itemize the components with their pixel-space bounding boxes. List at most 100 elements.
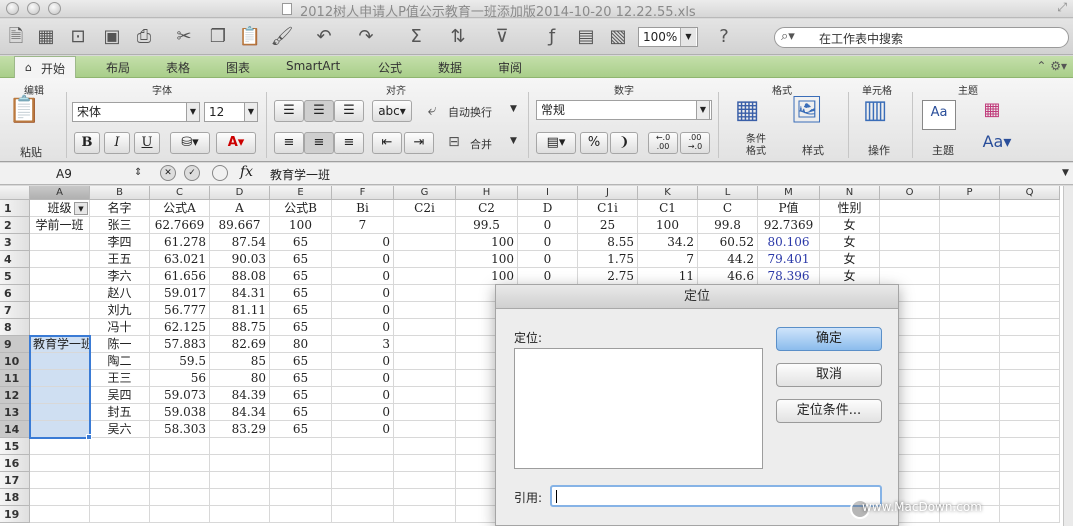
print-icon[interactable]: ⎙ bbox=[132, 25, 156, 49]
cell-d17[interactable] bbox=[210, 472, 270, 489]
cell-g2[interactable] bbox=[394, 217, 456, 234]
wrap-text-label[interactable]: 自动换行 bbox=[448, 104, 492, 120]
copy-icon[interactable]: ❐ bbox=[206, 25, 230, 49]
row-header[interactable]: 13 bbox=[0, 404, 30, 421]
cell-j5[interactable]: 2.75 bbox=[578, 268, 638, 285]
align-bottom-button[interactable]: ☰ bbox=[334, 100, 364, 122]
cell-a8[interactable] bbox=[30, 319, 90, 336]
cell-q9[interactable] bbox=[1000, 336, 1060, 353]
cell-f1[interactable]: Bi bbox=[332, 200, 394, 217]
cell-g16[interactable] bbox=[394, 455, 456, 472]
cell-g7[interactable] bbox=[394, 302, 456, 319]
cell-e19[interactable] bbox=[270, 506, 332, 523]
font-color-button[interactable]: A▾ bbox=[216, 132, 256, 154]
cell-l5[interactable]: 46.6 bbox=[698, 268, 758, 285]
cell-c13[interactable]: 59.038 bbox=[150, 404, 210, 421]
cell-d1[interactable]: A bbox=[210, 200, 270, 217]
name-box[interactable]: A9 bbox=[0, 165, 145, 183]
column-header-h[interactable]: H bbox=[456, 186, 518, 200]
cell-c3[interactable]: 61.278 bbox=[150, 234, 210, 251]
cell-f14[interactable]: 0 bbox=[332, 421, 394, 438]
cell-j2[interactable]: 25 bbox=[578, 217, 638, 234]
fill-color-button[interactable]: ⛁▾ bbox=[170, 132, 210, 154]
filter-icon[interactable]: ⊽ bbox=[490, 25, 514, 49]
cell-c9[interactable]: 57.883 bbox=[150, 336, 210, 353]
cell-p10[interactable] bbox=[940, 353, 1000, 370]
cell-m4[interactable]: 79.401 bbox=[758, 251, 820, 268]
cell-m3[interactable]: 80.106 bbox=[758, 234, 820, 251]
cell-c7[interactable]: 56.777 bbox=[150, 302, 210, 319]
cell-g14[interactable] bbox=[394, 421, 456, 438]
autosum-icon[interactable]: Σ bbox=[404, 25, 428, 49]
cell-b7[interactable]: 刘九 bbox=[90, 302, 150, 319]
formula-content[interactable]: 教育学一班 bbox=[270, 166, 330, 183]
conditional-format-icon[interactable]: ▦ bbox=[730, 97, 764, 132]
cell-c14[interactable]: 58.303 bbox=[150, 421, 210, 438]
save-icon[interactable]: ▣ bbox=[100, 25, 124, 49]
cell-c11[interactable]: 56 bbox=[150, 370, 210, 387]
cell-n1[interactable]: 性别 bbox=[820, 200, 880, 217]
merge-label[interactable]: 合并 bbox=[470, 136, 492, 152]
column-header-a[interactable]: A bbox=[30, 186, 90, 200]
goto-list[interactable] bbox=[514, 348, 763, 469]
cell-c4[interactable]: 63.021 bbox=[150, 251, 210, 268]
cell-q3[interactable] bbox=[1000, 234, 1060, 251]
cell-o5[interactable] bbox=[880, 268, 940, 285]
cell-q10[interactable] bbox=[1000, 353, 1060, 370]
chevron-down-icon[interactable]: ▼ bbox=[244, 102, 258, 122]
column-header-j[interactable]: J bbox=[578, 186, 638, 200]
tab-smartart[interactable]: SmartArt bbox=[286, 59, 340, 73]
cancel-entry-icon[interactable]: ✕ bbox=[160, 165, 176, 181]
cell-q2[interactable] bbox=[1000, 217, 1060, 234]
column-header-p[interactable]: P bbox=[940, 186, 1000, 200]
paste-icon[interactable]: 📋 bbox=[238, 25, 262, 49]
cell-p11[interactable] bbox=[940, 370, 1000, 387]
themes-label[interactable]: 主题 bbox=[932, 142, 954, 158]
cell-q6[interactable] bbox=[1000, 285, 1060, 302]
cell-a5[interactable] bbox=[30, 268, 90, 285]
column-header-e[interactable]: E bbox=[270, 186, 332, 200]
chevron-down-icon[interactable]: ▼ bbox=[1062, 168, 1069, 178]
cut-icon[interactable]: ✂ bbox=[172, 25, 196, 49]
cell-c10[interactable]: 59.5 bbox=[150, 353, 210, 370]
cell-i5[interactable]: 0 bbox=[518, 268, 578, 285]
toolbox-icon[interactable]: ▧ bbox=[606, 25, 630, 49]
cell-q18[interactable] bbox=[1000, 489, 1060, 506]
cell-c6[interactable]: 59.017 bbox=[150, 285, 210, 302]
cell-p17[interactable] bbox=[940, 472, 1000, 489]
row-header[interactable]: 7 bbox=[0, 302, 30, 319]
cell-q11[interactable] bbox=[1000, 370, 1060, 387]
name-box-stepper-icon[interactable]: ⇕ bbox=[134, 167, 142, 178]
cell-d15[interactable] bbox=[210, 438, 270, 455]
row-header[interactable]: 12 bbox=[0, 387, 30, 404]
select-all-corner[interactable] bbox=[0, 186, 30, 200]
confirm-entry-icon[interactable]: ✓ bbox=[184, 165, 200, 181]
cell-k4[interactable]: 7 bbox=[638, 251, 698, 268]
column-header-q[interactable]: Q bbox=[1000, 186, 1060, 200]
column-header-n[interactable]: N bbox=[820, 186, 880, 200]
cell-e5[interactable]: 65 bbox=[270, 268, 332, 285]
cell-g18[interactable] bbox=[394, 489, 456, 506]
cell-g10[interactable] bbox=[394, 353, 456, 370]
cell-q15[interactable] bbox=[1000, 438, 1060, 455]
cell-g6[interactable] bbox=[394, 285, 456, 302]
cell-d8[interactable]: 88.75 bbox=[210, 319, 270, 336]
cell-a4[interactable] bbox=[30, 251, 90, 268]
chevron-down-icon[interactable]: ▼ bbox=[186, 102, 200, 122]
cell-e13[interactable]: 65 bbox=[270, 404, 332, 421]
cell-d10[interactable]: 85 bbox=[210, 353, 270, 370]
cell-d19[interactable] bbox=[210, 506, 270, 523]
cell-m2[interactable]: 92.7369 bbox=[758, 217, 820, 234]
cell-e2[interactable]: 100 bbox=[270, 217, 332, 234]
cell-g12[interactable] bbox=[394, 387, 456, 404]
cell-f9[interactable]: 3 bbox=[332, 336, 394, 353]
cell-g4[interactable] bbox=[394, 251, 456, 268]
cell-p8[interactable] bbox=[940, 319, 1000, 336]
vertical-scrollbar[interactable] bbox=[1063, 186, 1073, 526]
decrease-indent-button[interactable]: ⇤ bbox=[372, 132, 402, 154]
row-header[interactable]: 1 bbox=[0, 200, 30, 217]
themes-icon[interactable]: Aa bbox=[922, 100, 956, 130]
cell-p7[interactable] bbox=[940, 302, 1000, 319]
column-header-o[interactable]: O bbox=[880, 186, 940, 200]
increase-decimal-button[interactable]: ←.0 .00 bbox=[648, 132, 678, 154]
